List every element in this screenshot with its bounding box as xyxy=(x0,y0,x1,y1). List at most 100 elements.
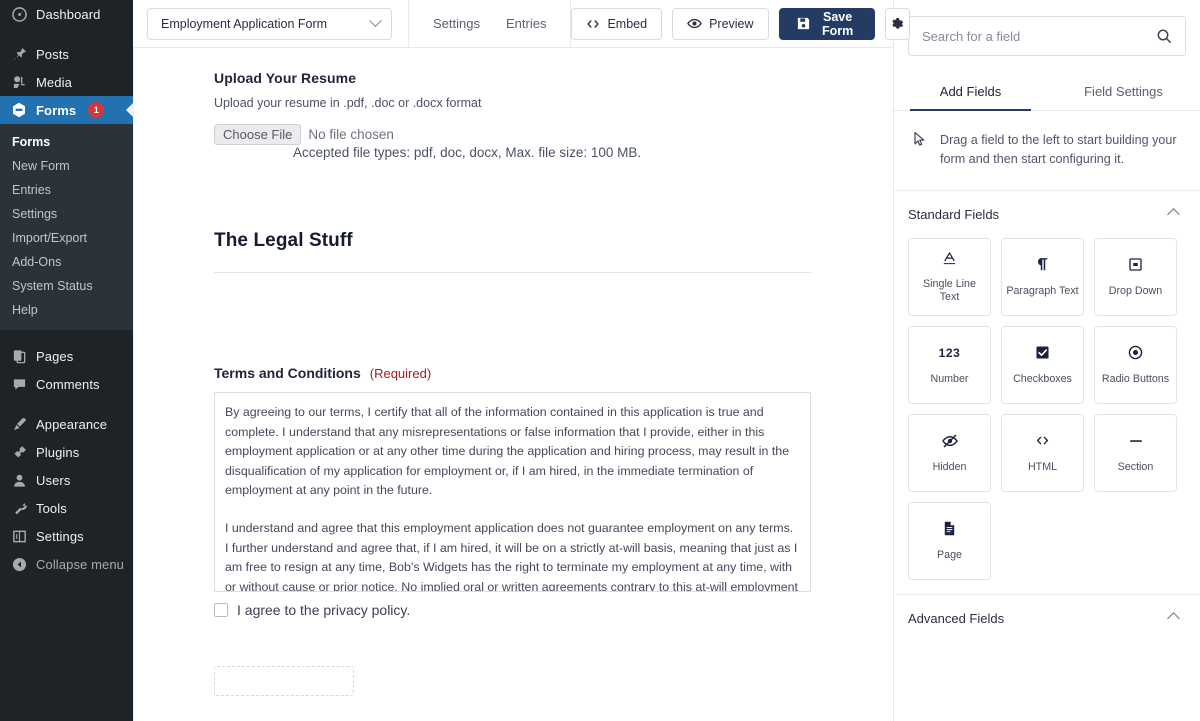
terms-paragraph: By agreeing to our terms, I certify that… xyxy=(225,405,790,498)
radio-button-icon xyxy=(1127,344,1144,362)
field-card-hidden[interactable]: Hidden xyxy=(908,413,991,492)
submenu-item-import-export[interactable]: Import/Export xyxy=(0,226,133,250)
privacy-policy-checkbox[interactable] xyxy=(214,603,228,617)
html-code-icon xyxy=(1034,432,1051,450)
form-fields-container: Upload Your Resume Upload your resume in… xyxy=(134,48,893,696)
forms-update-badge: 1 xyxy=(88,102,105,118)
save-form-button-label: Save Form xyxy=(821,9,854,38)
preview-button-label: Preview xyxy=(709,16,754,31)
field-dropzone-placeholder[interactable] xyxy=(214,666,354,696)
form-settings-button[interactable] xyxy=(884,7,910,40)
panel-tab-group: Add Fields Field Settings xyxy=(894,74,1200,111)
submenu-item-add-ons[interactable]: Add-Ons xyxy=(0,250,133,274)
standard-fields-title: Standard Fields xyxy=(908,206,1000,222)
field-terms-and-conditions[interactable]: Terms and Conditions (Required) By agree… xyxy=(214,365,813,618)
sidebar-item-dashboard[interactable]: Dashboard xyxy=(0,0,133,28)
form-switcher-dropdown[interactable]: Employment Application Form xyxy=(147,7,392,40)
save-form-button[interactable]: Save Form xyxy=(778,7,875,40)
forms-submenu: Forms New Form Entries Settings Import/E… xyxy=(0,124,133,330)
standard-fields-accordion-header[interactable]: Standard Fields xyxy=(894,191,1200,238)
field-card-paragraph-text[interactable]: Paragraph Text xyxy=(1001,237,1084,316)
tab-entries[interactable]: Entries xyxy=(506,16,546,31)
media-icon xyxy=(10,73,28,91)
advanced-fields-accordion-header[interactable]: Advanced Fields xyxy=(894,595,1200,642)
collapse-icon xyxy=(10,555,28,573)
section-divider xyxy=(214,272,811,273)
pin-icon xyxy=(10,45,28,63)
search-input[interactable] xyxy=(922,28,1156,44)
eye-icon xyxy=(687,16,702,31)
sidebar-item-forms[interactable]: Forms 1 xyxy=(0,96,133,124)
sidebar-item-label: Tools xyxy=(36,500,67,516)
sidebar-item-label: Pages xyxy=(36,348,74,364)
app-root: Dashboard Posts Media Forms 1 Forms New … xyxy=(0,0,1200,721)
embed-button[interactable]: Embed xyxy=(571,7,663,40)
field-card-page[interactable]: Page xyxy=(908,501,991,580)
field-section-legal[interactable]: The Legal Stuff xyxy=(214,230,813,273)
sidebar-item-settings[interactable]: Settings xyxy=(0,522,133,550)
sidebar-item-appearance[interactable]: Appearance xyxy=(0,410,133,438)
sidebar-item-label: Plugins xyxy=(36,444,80,460)
submenu-item-forms[interactable]: Forms xyxy=(0,130,133,154)
single-line-text-icon xyxy=(941,249,958,267)
field-card-label: Radio Buttons xyxy=(1101,372,1170,385)
search-box[interactable] xyxy=(908,16,1186,56)
wrench-icon xyxy=(10,499,28,517)
field-card-drop-down[interactable]: Drop Down xyxy=(1094,237,1177,316)
submenu-item-new-form[interactable]: New Form xyxy=(0,154,133,178)
terms-field-label: Terms and Conditions xyxy=(214,365,361,381)
checkbox-icon xyxy=(1034,344,1051,362)
preview-button[interactable]: Preview xyxy=(672,7,769,40)
sidebar-item-label: Posts xyxy=(36,46,70,62)
upload-field-label: Upload Your Resume xyxy=(214,70,357,86)
field-card-single-line-text[interactable]: Single Line Text xyxy=(908,237,991,316)
sidebar-item-tools[interactable]: Tools xyxy=(0,494,133,522)
comments-icon xyxy=(10,375,28,393)
sidebar-item-pages[interactable]: Pages xyxy=(0,342,133,370)
field-card-label: Single Line Text xyxy=(923,278,976,304)
sidebar-item-media[interactable]: Media xyxy=(0,68,133,96)
advanced-fields-title: Advanced Fields xyxy=(908,610,1005,626)
sidebar-item-collapse-menu[interactable]: Collapse menu xyxy=(0,550,133,578)
field-card-checkboxes[interactable]: Checkboxes xyxy=(1001,325,1084,404)
sidebar-item-posts[interactable]: Posts xyxy=(0,40,133,68)
paragraph-text-icon xyxy=(1034,256,1051,274)
cursor-arrow-icon xyxy=(912,131,928,148)
sidebar-item-plugins[interactable]: Plugins xyxy=(0,438,133,466)
tab-add-fields[interactable]: Add Fields xyxy=(894,74,1047,111)
field-card-section[interactable]: Section xyxy=(1094,413,1177,492)
sidebar-item-users[interactable]: Users xyxy=(0,466,133,494)
hidden-eye-icon xyxy=(941,432,959,450)
sidebar-item-label: Collapse menu xyxy=(36,556,125,572)
field-card-html[interactable]: HTML xyxy=(1001,413,1084,492)
form-switcher-label: Employment Application Form xyxy=(161,16,328,31)
field-card-number[interactable]: 123 Number xyxy=(908,325,991,404)
field-card-radio-buttons[interactable]: Radio Buttons xyxy=(1094,325,1177,404)
drop-down-icon xyxy=(1127,256,1144,274)
field-upload-resume[interactable]: Upload Your Resume Upload your resume in… xyxy=(214,70,813,160)
upload-control-row: Choose File No file chosen Accepted file… xyxy=(214,124,813,160)
submenu-item-entries[interactable]: Entries xyxy=(0,178,133,202)
submenu-item-settings[interactable]: Settings xyxy=(0,202,133,226)
submenu-item-help[interactable]: Help xyxy=(0,298,133,322)
submenu-item-system-status[interactable]: System Status xyxy=(0,274,133,298)
no-file-chosen-text: No file chosen xyxy=(308,127,394,142)
sidebar-item-label: Appearance xyxy=(36,416,108,432)
chevron-up-icon[interactable] xyxy=(1167,611,1180,625)
tab-settings[interactable]: Settings xyxy=(433,16,480,31)
field-card-label: Number xyxy=(930,372,969,385)
sidebar-item-label: Media xyxy=(36,74,72,90)
field-card-label: Checkboxes xyxy=(1013,372,1072,385)
chevron-up-icon[interactable] xyxy=(1167,207,1180,221)
file-input[interactable]: Choose File No file chosen xyxy=(214,124,394,145)
privacy-policy-row[interactable]: I agree to the privacy policy. xyxy=(214,602,813,618)
search-icon[interactable] xyxy=(1156,28,1172,44)
terms-textarea[interactable]: By agreeing to our terms, I certify that… xyxy=(214,392,811,592)
tab-field-settings[interactable]: Field Settings xyxy=(1047,74,1200,110)
form-canvas: Upload Your Resume Upload your resume in… xyxy=(133,48,893,721)
search-container xyxy=(894,0,1200,56)
choose-file-button[interactable]: Choose File xyxy=(214,124,302,145)
sidebar-item-comments[interactable]: Comments xyxy=(0,370,133,398)
toolbar-actions-group: Embed Preview Save Form xyxy=(571,7,923,40)
sidebar-item-label: Forms xyxy=(36,102,77,118)
